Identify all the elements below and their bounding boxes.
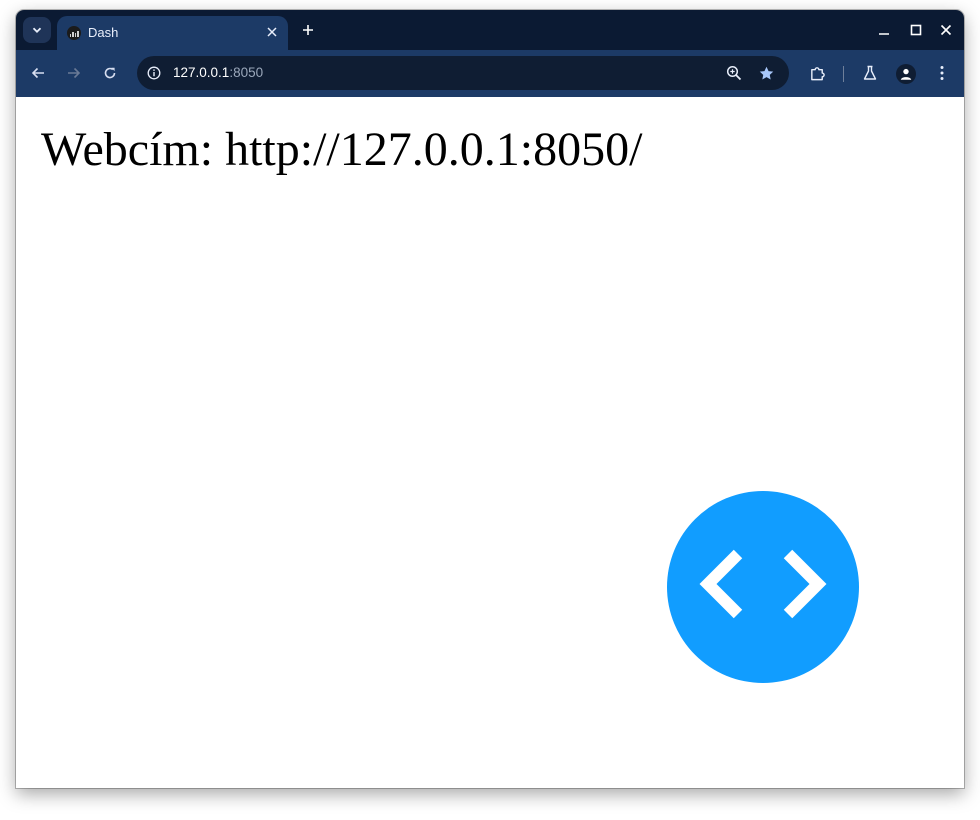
tab-close-button[interactable] <box>264 24 280 40</box>
url-text[interactable]: 127.0.0.1:8050 <box>173 65 263 80</box>
arrow-right-icon <box>68 67 81 79</box>
page-content: Webcím: http://127.0.0.1:8050/ <box>16 97 964 788</box>
avatar-icon <box>900 68 912 80</box>
flask-icon <box>863 65 877 80</box>
minimize-button[interactable] <box>876 22 892 38</box>
close-icon <box>940 24 952 36</box>
minimize-icon <box>879 33 889 35</box>
tab-dash[interactable]: Dash <box>57 16 288 50</box>
labs-button[interactable] <box>860 63 880 83</box>
close-window-button[interactable] <box>938 22 954 38</box>
tab-title: Dash <box>88 25 119 40</box>
maximize-icon <box>910 24 922 36</box>
forward-button[interactable] <box>64 63 84 83</box>
url-port: :8050 <box>229 65 264 80</box>
kebab-menu-icon <box>940 66 944 80</box>
new-tab-button[interactable] <box>299 21 317 39</box>
dash-favicon-icon <box>67 26 81 40</box>
back-button[interactable] <box>28 63 48 83</box>
tab-search-button[interactable] <box>23 17 51 43</box>
page-heading: Webcím: http://127.0.0.1:8050/ <box>41 123 643 176</box>
bookmark-button[interactable] <box>757 64 775 82</box>
code-brackets-icon <box>699 549 827 619</box>
url-host: 127.0.0.1 <box>173 65 230 80</box>
browser-window: Dash 127.0.0.1:8050 Webcím: http://127.0… <box>16 10 964 788</box>
menu-button[interactable] <box>932 63 952 83</box>
info-icon <box>147 66 161 80</box>
site-info-button[interactable] <box>145 64 163 82</box>
reload-button[interactable] <box>100 63 120 83</box>
toolbar-separator <box>843 66 844 82</box>
dash-devtools-button[interactable] <box>667 491 859 683</box>
profile-button[interactable] <box>896 64 916 84</box>
puzzle-icon <box>810 66 825 80</box>
extensions-button[interactable] <box>807 63 827 83</box>
chevron-down-icon <box>32 27 42 33</box>
reload-icon <box>104 67 116 79</box>
maximize-button[interactable] <box>908 22 924 38</box>
star-icon <box>759 66 773 80</box>
arrow-left-icon <box>31 67 44 79</box>
close-icon <box>267 27 277 37</box>
zoom-button[interactable] <box>725 64 743 82</box>
tab-strip: Dash <box>16 10 964 50</box>
zoom-icon <box>726 65 742 81</box>
address-bar[interactable]: 127.0.0.1:8050 <box>137 56 789 90</box>
browser-toolbar: 127.0.0.1:8050 <box>16 50 964 97</box>
plus-icon <box>303 25 313 35</box>
